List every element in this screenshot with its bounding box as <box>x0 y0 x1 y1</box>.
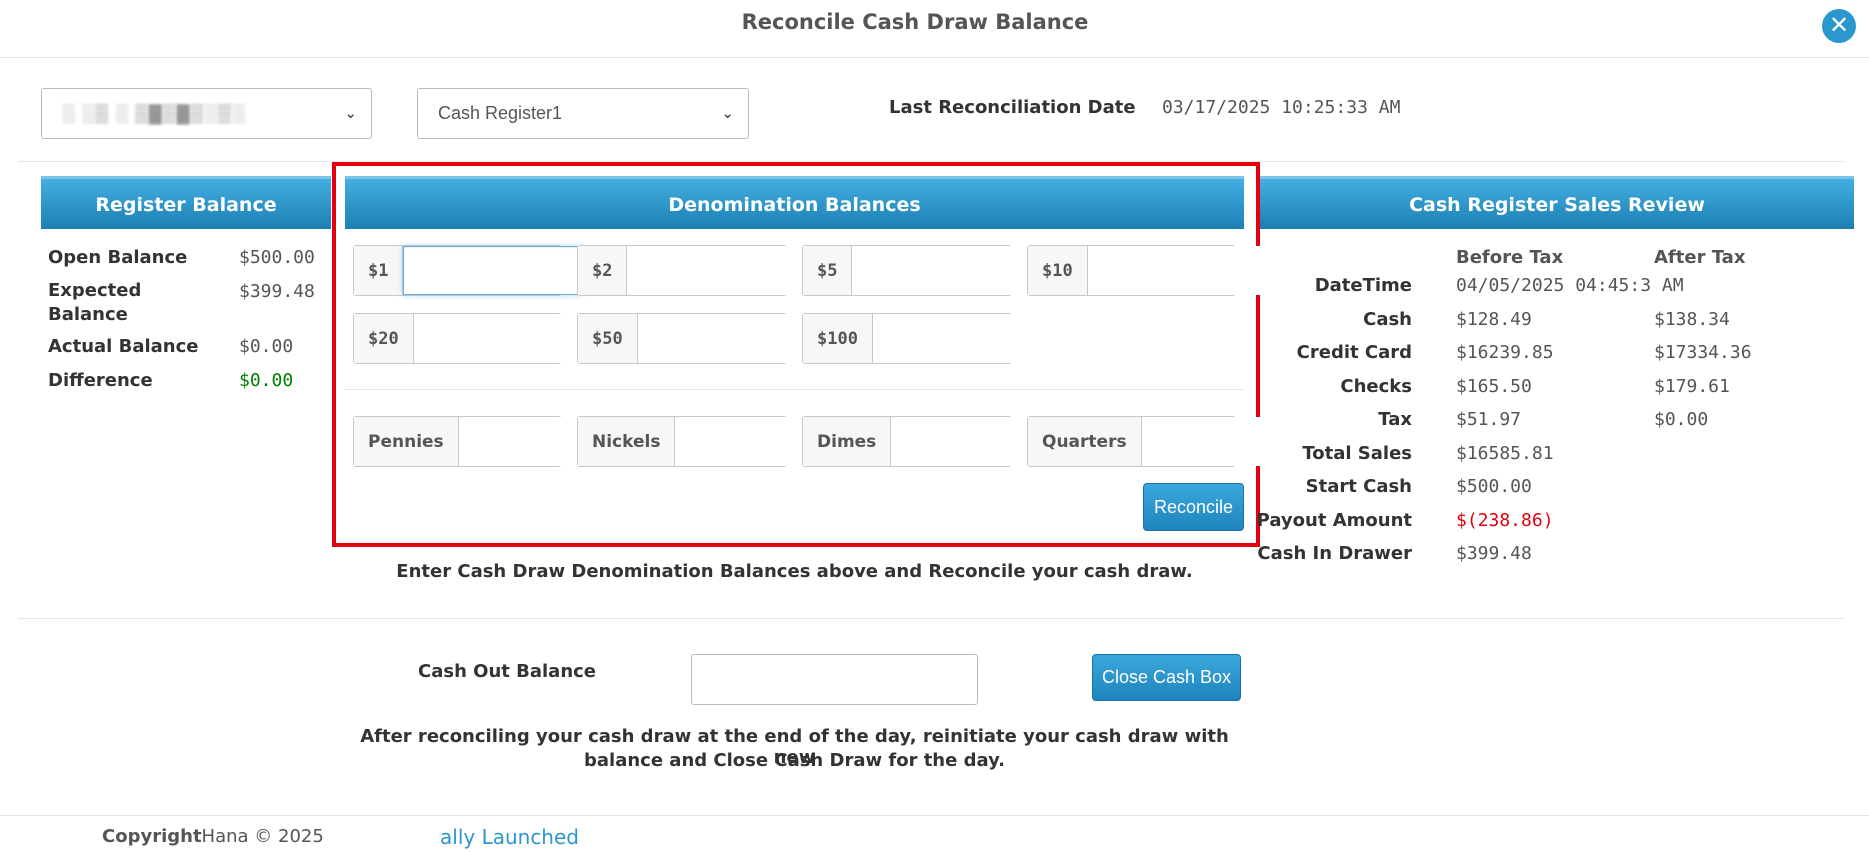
quarters-label: Quarters <box>1028 417 1142 466</box>
pennies-label: Pennies <box>354 417 459 466</box>
header-divider <box>0 57 1869 58</box>
register-select-value: Cash Register1 <box>438 103 563 123</box>
middle-divider <box>18 618 1845 619</box>
difference-value: $0.00 <box>239 370 294 391</box>
denom-10-label: $10 <box>1028 246 1088 295</box>
sales-review-header: Cash Register Sales Review <box>1260 176 1854 229</box>
register-select[interactable]: Cash Register1 ⌄ <box>417 88 749 139</box>
denom-2-label: $2 <box>578 246 628 295</box>
expected-balance-value: $399.48 <box>239 281 315 302</box>
denom-5-input[interactable] <box>852 246 1030 295</box>
modal-title: Reconcile Cash Draw Balance <box>741 10 1089 34</box>
denom-20-label: $20 <box>354 314 414 363</box>
cash-out-balance-label: Cash Out Balance <box>418 661 597 682</box>
denom-100-label: $100 <box>803 314 873 363</box>
nickels-group: Nickels <box>577 416 853 467</box>
credit-card-before-tax: $16239.85 <box>1456 342 1554 363</box>
denom-2-group: $2 <box>577 245 805 296</box>
denom-100-input[interactable] <box>872 314 1050 363</box>
cash-label: Cash <box>1363 309 1412 330</box>
chevron-down-icon: ⌄ <box>344 105 357 122</box>
open-balance-label: Open Balance <box>48 247 188 268</box>
denomination-balances-header: Denomination Balances <box>345 176 1244 229</box>
close-cash-box-button[interactable]: Close Cash Box <box>1092 654 1241 701</box>
denomination-divider <box>345 389 1244 390</box>
checks-label: Checks <box>1340 376 1412 397</box>
payout-amount-value: $(238.86) <box>1456 510 1554 531</box>
denomination-help-text: Enter Cash Draw Denomination Balances ab… <box>396 561 1193 582</box>
tax-label: Tax <box>1378 409 1412 430</box>
copyright-label: Copyright <box>102 826 202 847</box>
cash-in-drawer-label: Cash In Drawer <box>1257 543 1412 564</box>
denom-5-label: $5 <box>803 246 853 295</box>
actual-balance-value: $0.00 <box>239 336 294 357</box>
checks-before-tax: $165.50 <box>1456 376 1532 397</box>
footer-copyright: CopyrightHana © 2025 <box>102 826 324 847</box>
actual-balance-label: Actual Balance <box>48 336 199 357</box>
store-select[interactable]: ░ ░▒ ░ ▒▓▒▓▒░▒░ ⌄ <box>41 88 372 139</box>
footer-divider <box>0 815 1869 816</box>
denom-50-input[interactable] <box>637 314 815 363</box>
open-balance-value: $500.00 <box>239 247 315 268</box>
denom-50-label: $50 <box>578 314 638 363</box>
pennies-group: Pennies <box>353 416 636 467</box>
quarters-group: Quarters <box>1027 416 1319 467</box>
credit-card-label: Credit Card <box>1296 342 1412 363</box>
dimes-group: Dimes <box>802 416 1069 467</box>
datetime-value: 04/05/2025 04:45:3 AM <box>1456 275 1684 296</box>
total-sales-value: $16585.81 <box>1456 443 1554 464</box>
copyright-text: Hana © 2025 <box>201 826 324 847</box>
expected-balance-label: Expected Balance <box>48 280 142 325</box>
cash-before-tax: $128.49 <box>1456 309 1532 330</box>
after-tax-column-header: After Tax <box>1654 247 1746 268</box>
datetime-label: DateTime <box>1314 275 1412 296</box>
start-cash-label: Start Cash <box>1305 476 1412 497</box>
tax-after-tax: $0.00 <box>1654 409 1709 430</box>
footer-link[interactable]: ally Launched <box>440 825 579 849</box>
checks-after-tax: $179.61 <box>1654 376 1730 397</box>
denom-20-input[interactable] <box>413 314 591 363</box>
before-tax-column-header: Before Tax <box>1456 247 1564 268</box>
payout-amount-label: Payout Amount <box>1256 510 1412 531</box>
denom-1-group: $1 <box>353 245 583 296</box>
cash-after-tax: $138.34 <box>1654 309 1730 330</box>
difference-label: Difference <box>48 370 153 391</box>
cash-out-balance-input[interactable] <box>691 654 978 705</box>
dimes-label: Dimes <box>803 417 892 466</box>
total-sales-label: Total Sales <box>1302 443 1412 464</box>
start-cash-value: $500.00 <box>1456 476 1532 497</box>
denom-50-group: $50 <box>577 313 815 364</box>
tax-before-tax: $51.97 <box>1456 409 1522 430</box>
last-reconciliation-label: Last Reconciliation Date <box>889 97 1136 118</box>
denom-1-input[interactable] <box>403 246 583 295</box>
credit-card-after-tax: $17334.36 <box>1654 342 1752 363</box>
close-icon[interactable]: ✕ <box>1822 9 1856 43</box>
denom-2-input[interactable] <box>627 246 805 295</box>
denom-10-group: $10 <box>1027 245 1265 296</box>
cash-in-drawer-value: $399.48 <box>1456 543 1532 564</box>
register-balance-header: Register Balance <box>41 176 331 229</box>
denom-20-group: $20 <box>353 313 591 364</box>
nickels-label: Nickels <box>578 417 676 466</box>
last-reconciliation-value: 03/17/2025 10:25:33 AM <box>1162 97 1401 118</box>
denom-100-group: $100 <box>802 313 1050 364</box>
denom-5-group: $5 <box>802 245 1030 296</box>
store-select-value: ░ ░▒ ░ ▒▓▒▓▒░▒░ <box>62 103 246 123</box>
denom-1-label: $1 <box>354 246 404 295</box>
cash-out-help-line2: balance and Close Cash Draw for the day. <box>584 750 1005 771</box>
chevron-down-icon: ⌄ <box>721 105 734 122</box>
